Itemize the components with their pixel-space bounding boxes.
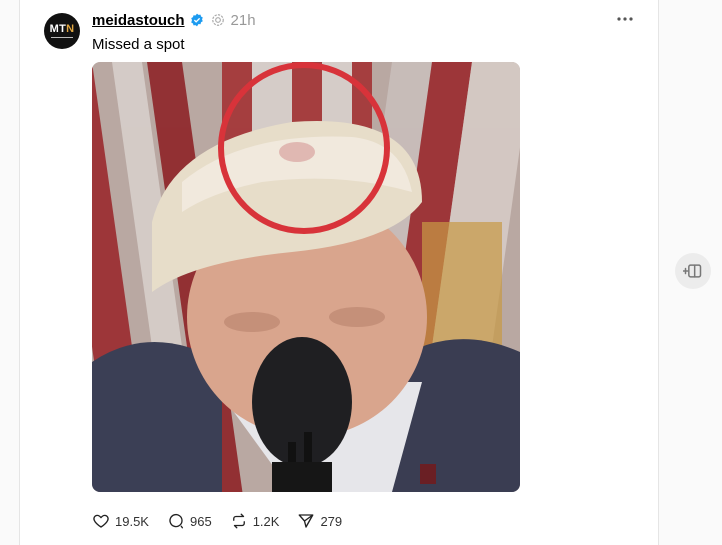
action-bar: 19.5K 965 1.2K 279	[92, 512, 360, 530]
avatar[interactable]: MTN	[44, 13, 80, 49]
avatar-text-n: N	[66, 23, 75, 35]
avatar-text: MT	[49, 23, 67, 35]
more-icon[interactable]	[616, 10, 634, 28]
heart-icon	[93, 514, 109, 528]
reply-count: 965	[189, 513, 212, 529]
avatar-underline	[51, 37, 73, 38]
like-button[interactable]: 19.5K	[92, 512, 149, 530]
like-count: 19.5K	[115, 513, 149, 529]
repost-icon	[232, 513, 245, 529]
comment-icon	[169, 513, 184, 529]
share-button[interactable]: 279	[297, 512, 342, 530]
add-column-icon	[683, 264, 702, 278]
username-link[interactable]: meidastouch	[92, 12, 185, 29]
repost-count: 1.2K	[252, 513, 280, 529]
post-caption: Missed a spot	[92, 36, 185, 53]
threads-badge-icon	[211, 14, 224, 26]
timestamp[interactable]: 21h	[231, 12, 256, 29]
send-icon	[299, 514, 314, 528]
photo-illustration	[92, 62, 520, 492]
reply-button[interactable]: 965	[167, 512, 212, 530]
post-image[interactable]	[92, 62, 520, 492]
share-count: 279	[320, 513, 343, 529]
verified-badge-icon	[190, 13, 203, 27]
repost-button[interactable]: 1.2K	[230, 512, 280, 530]
post-header: meidastouch 21h	[92, 10, 256, 30]
side-panel-button[interactable]	[675, 253, 711, 289]
